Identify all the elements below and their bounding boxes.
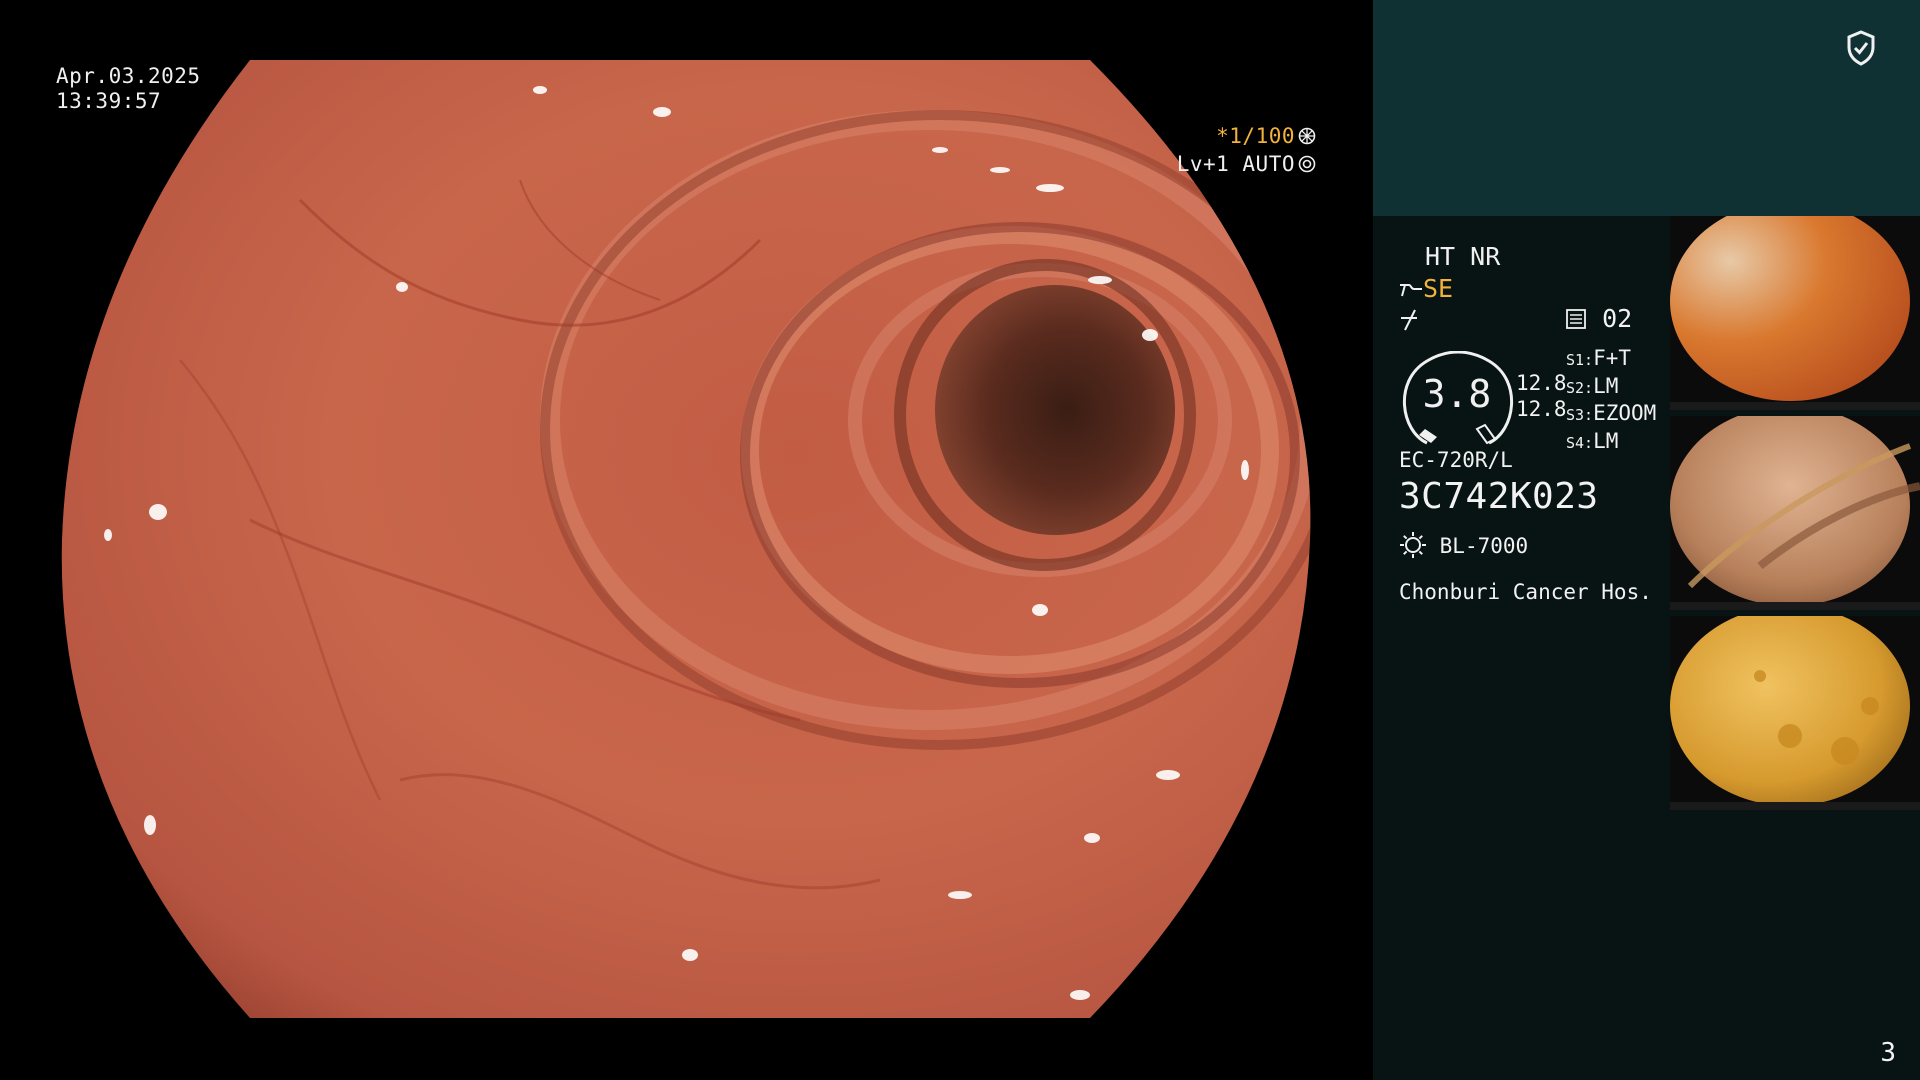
light-source-icon bbox=[1400, 532, 1426, 558]
preset-icon bbox=[1566, 309, 1586, 329]
mode-line: HT NR bbox=[1425, 242, 1501, 271]
gauge-value: 3.8 bbox=[1422, 372, 1492, 416]
side-panel-header bbox=[1373, 0, 1920, 216]
page-number: 3 bbox=[1880, 1038, 1896, 1068]
thumbnail-image bbox=[1670, 216, 1920, 410]
gauge-side-bottom: 12.8 bbox=[1516, 397, 1567, 421]
thumbnail-image bbox=[1670, 616, 1920, 810]
scope-switch-item: S1:F+T bbox=[1566, 346, 1632, 370]
structure-enhance-icon bbox=[1400, 284, 1422, 297]
light-level-value: Lv+1 AUTO bbox=[1176, 152, 1295, 176]
thumbnail-image bbox=[1670, 416, 1920, 610]
structure-enhance-row: SE bbox=[1399, 274, 1453, 303]
hospital-name: Chonburi Cancer Hos. bbox=[1399, 580, 1652, 604]
thumbnail-3[interactable] bbox=[1670, 616, 1920, 810]
scope-model: EC-720R/L bbox=[1399, 448, 1513, 472]
capture-date: Apr.03.2025 bbox=[56, 64, 201, 88]
side-panel-body: HT NR SE 02 3.8 12.8 12.8 S1:F+T S2:LM S… bbox=[1373, 216, 1920, 1080]
scope-switch-list: S1:F+T S2:LM S3:EZOOM S4:LM bbox=[1566, 346, 1656, 456]
light-level-readout: Lv+1 AUTO bbox=[1124, 127, 1316, 202]
capture-time: 13:39:57 bbox=[56, 89, 162, 113]
endoscope-view: Apr.03.2025 13:39:57 *1/100 Lv+1 AUTO bbox=[0, 0, 1373, 1080]
preset-value: 02 bbox=[1602, 304, 1633, 333]
se-label: SE bbox=[1423, 274, 1454, 303]
thumbnail-1[interactable] bbox=[1670, 216, 1920, 410]
light-source-value: BL-7000 bbox=[1439, 534, 1529, 558]
thumbnail-2[interactable] bbox=[1670, 416, 1920, 610]
shield-check-icon[interactable] bbox=[1846, 30, 1876, 66]
gauge-side-top: 12.8 bbox=[1516, 371, 1567, 395]
side-panel: HT NR SE 02 3.8 12.8 12.8 S1:F+T S2:LM S… bbox=[1373, 0, 1920, 1080]
scope-switch-item: S3:EZOOM bbox=[1566, 401, 1657, 425]
light-source-row: BL-7000 bbox=[1399, 531, 1528, 559]
iris-icon bbox=[1298, 155, 1316, 173]
scope-switch-item: S2:LM bbox=[1566, 373, 1619, 398]
preset-row: 02 bbox=[1565, 304, 1632, 333]
scope-serial: 3C742K023 bbox=[1399, 476, 1599, 517]
color-enhance-icon bbox=[1401, 309, 1417, 331]
scope-switch-item: S4:LM bbox=[1566, 428, 1619, 453]
